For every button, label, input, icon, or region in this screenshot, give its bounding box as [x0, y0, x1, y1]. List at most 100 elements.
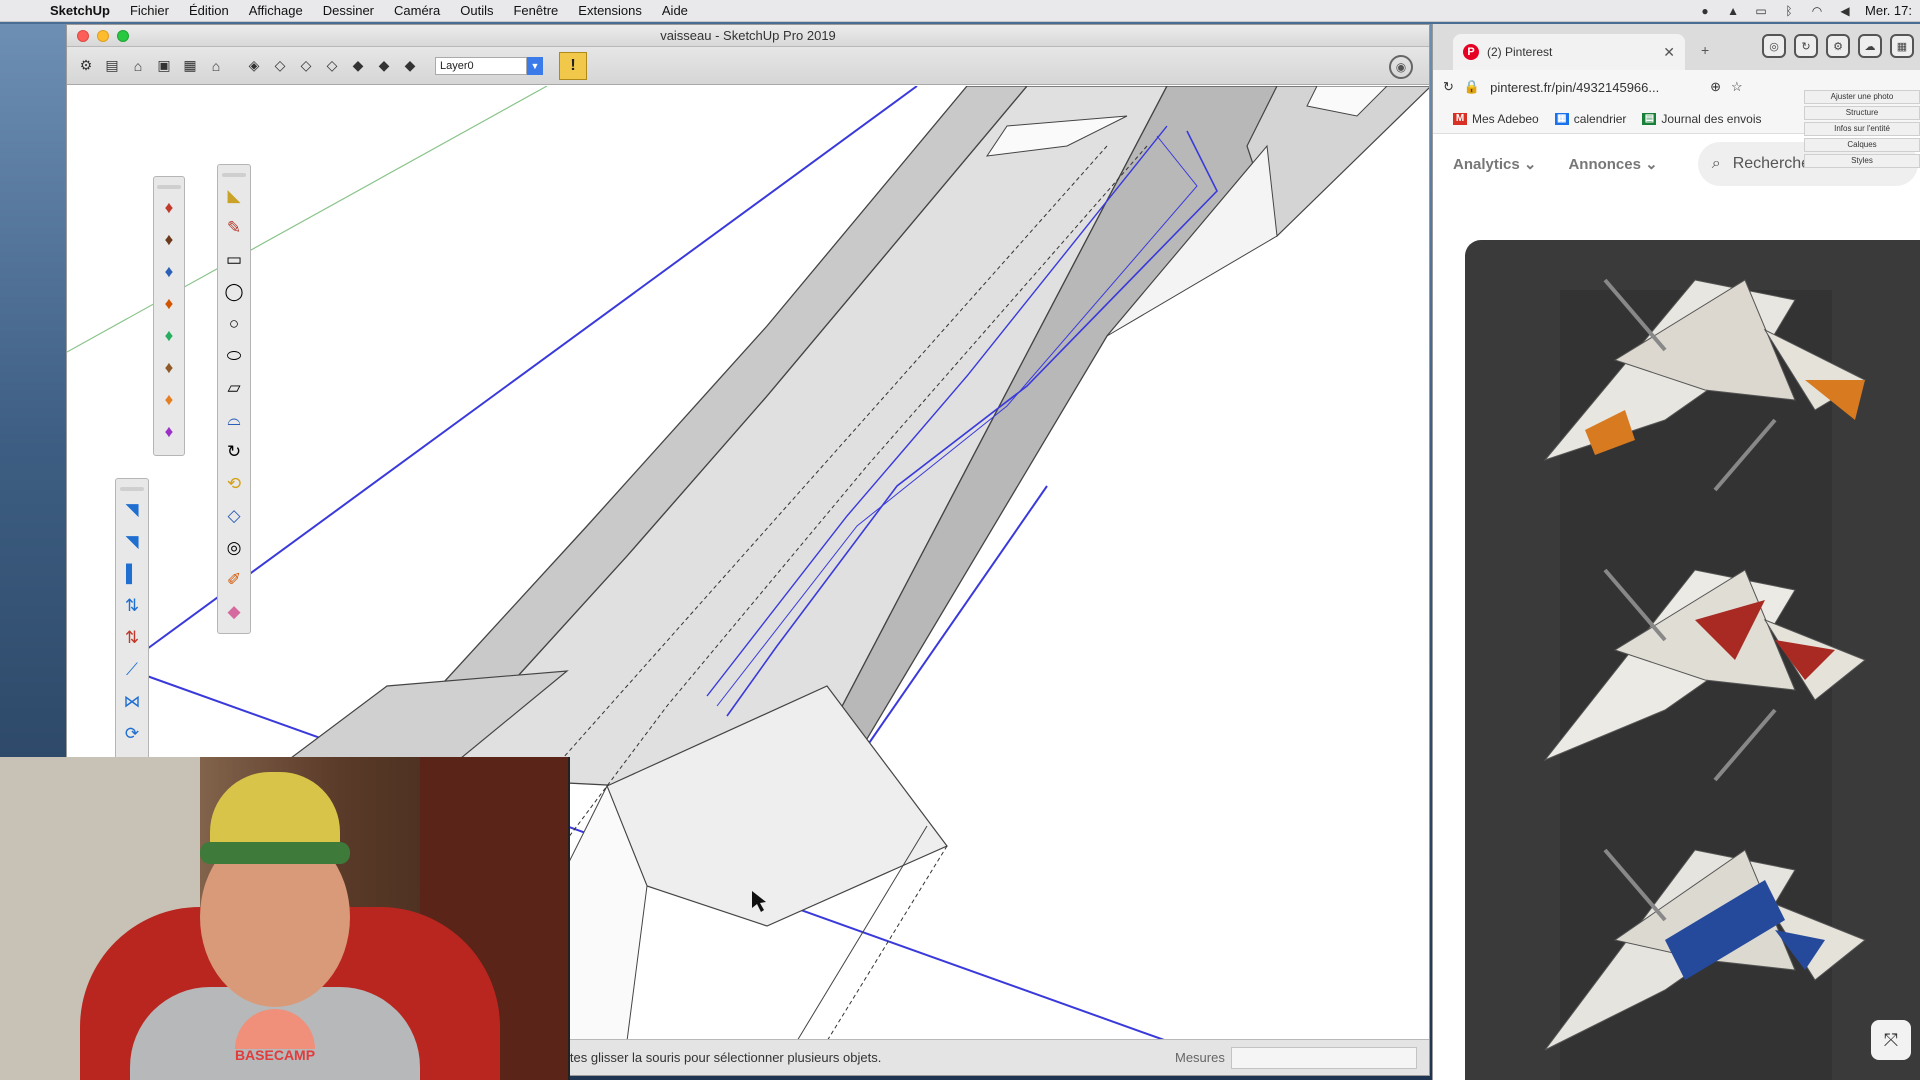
house-outline-icon[interactable]: ⌂ — [205, 55, 227, 77]
monochrome-style-icon[interactable]: ◆ — [373, 55, 395, 77]
pinterest-pin-image[interactable]: ⤧ — [1465, 240, 1920, 1080]
sandbox-from-contours-icon[interactable]: ♦ — [156, 195, 182, 221]
sketchup-titlebar: vaisseau - SketchUp Pro 2019 — [67, 25, 1429, 47]
menu-affichage[interactable]: Affichage — [239, 3, 313, 18]
protractor-icon[interactable]: ✐ — [221, 567, 247, 593]
palette-handle[interactable] — [157, 185, 181, 189]
bookmark-journal-envois[interactable]: ▤ Journal des envois — [1642, 112, 1761, 126]
bookmark-star-icon[interactable]: ☆ — [1731, 79, 1743, 95]
airplay-icon[interactable]: ▭ — [1753, 4, 1769, 18]
tray-item-structure[interactable]: Structure — [1804, 106, 1920, 120]
extension-gear-icon[interactable]: ⚙ — [1826, 34, 1850, 58]
select-tool-icon[interactable]: ◣ — [221, 183, 247, 209]
palette-handle[interactable] — [120, 487, 144, 491]
store-icon[interactable]: ▦ — [179, 55, 201, 77]
move-icon[interactable]: ⌓ — [221, 407, 247, 433]
polygon-icon[interactable]: ⬭ — [221, 343, 247, 369]
shaded-textures-icon[interactable]: ◆ — [399, 55, 421, 77]
tape-measure-icon[interactable]: ◎ — [221, 535, 247, 561]
nav-annonces[interactable]: Annonces ⌄ — [1568, 155, 1657, 173]
close-icon[interactable]: ✕ — [1663, 44, 1675, 61]
zoom-icon[interactable]: ▌ — [119, 561, 145, 587]
menu-dessiner[interactable]: Dessiner — [313, 3, 384, 18]
rotate-icon[interactable]: ↻ — [221, 439, 247, 465]
warning-icon[interactable]: ! — [559, 51, 587, 80]
calendar-icon: ▦ — [1554, 112, 1569, 125]
reload-icon[interactable]: ↻ — [1443, 79, 1454, 95]
hidden-line-style-icon[interactable]: ◇ — [295, 55, 317, 77]
tray-item-infos-entite[interactable]: Infos sur l'entité — [1804, 122, 1920, 136]
shirt-logo: BASECAMP — [210, 1009, 340, 1069]
extension-compass-icon[interactable]: ◎ — [1762, 34, 1786, 58]
bookmark-mes-adebeo[interactable]: M Mes Adebeo — [1453, 112, 1539, 126]
menu-outils[interactable]: Outils — [450, 3, 503, 18]
extension-cloud-icon[interactable]: ☁ — [1858, 34, 1882, 58]
walk-icon[interactable]: ⋈ — [119, 689, 145, 715]
wireframe-style-icon[interactable]: ◇ — [269, 55, 291, 77]
menu-camera[interactable]: Caméra — [384, 3, 450, 18]
new-tab-icon[interactable]: + — [1701, 42, 1709, 58]
layers-icon[interactable]: ▤ — [101, 55, 123, 77]
tray-item-calques[interactable]: Calques — [1804, 138, 1920, 152]
sandbox-from-scratch-icon[interactable]: ♦ — [156, 227, 182, 253]
follow-me-icon[interactable]: ⟲ — [221, 471, 247, 497]
nav-analytics[interactable]: Analytics ⌄ — [1453, 155, 1536, 173]
textured-style-icon[interactable]: ◆ — [347, 55, 369, 77]
circle-icon[interactable]: ○ — [221, 311, 247, 337]
model-info-icon[interactable]: ⚙ — [75, 55, 97, 77]
smoove-icon[interactable]: ♦ — [156, 259, 182, 285]
zoom-extents-icon[interactable]: ⇅ — [119, 625, 145, 651]
browser-tab-pinterest[interactable]: P (2) Pinterest ✕ — [1453, 34, 1685, 70]
menu-fichier[interactable]: Fichier — [120, 3, 179, 18]
flip-edge-icon[interactable]: ♦ — [156, 387, 182, 413]
menubar-clock[interactable]: Mer. 17: — [1865, 3, 1912, 18]
rectangle-icon[interactable]: ▭ — [221, 247, 247, 273]
menu-fenetre[interactable]: Fenêtre — [503, 3, 568, 18]
webcam-overlay: BASECAMP — [0, 757, 570, 1080]
sheet-icon: ▤ — [1642, 112, 1657, 125]
shaded-style-icon[interactable]: ◇ — [321, 55, 343, 77]
url-input[interactable]: pinterest.fr/pin/4932145966... — [1490, 80, 1700, 95]
zoom-window-button[interactable] — [117, 30, 129, 42]
stamp-icon[interactable]: ♦ — [156, 291, 182, 317]
look-around-icon[interactable]: ⟳ — [119, 721, 145, 747]
menu-edition[interactable]: Édition — [179, 3, 239, 18]
sandbox-extra-icon[interactable]: ♦ — [156, 419, 182, 445]
zoom-window-icon[interactable]: ⇅ — [119, 593, 145, 619]
menu-app-sketchup[interactable]: SketchUp — [40, 3, 120, 18]
palette-handle[interactable] — [222, 173, 246, 177]
pencil-line-icon[interactable]: ✎ — [221, 215, 247, 241]
warehouse-icon[interactable]: ▣ — [153, 55, 175, 77]
site-info-icon[interactable]: ⊕ — [1710, 79, 1721, 95]
zoom-lens-icon[interactable]: ⤧ — [1871, 1020, 1911, 1060]
push-pull-icon[interactable]: ▱ — [221, 375, 247, 401]
extension-grid-icon[interactable]: ▦ — [1890, 34, 1914, 58]
eraser-icon[interactable]: ◆ — [221, 599, 247, 625]
offset-icon[interactable]: ◇ — [221, 503, 247, 529]
tray-item-styles[interactable]: Styles — [1804, 154, 1920, 168]
volume-icon[interactable]: ◀ — [1837, 4, 1853, 18]
creative-cloud-icon[interactable]: ● — [1697, 4, 1713, 18]
tray-item-ajuster-photo[interactable]: Ajuster une photo — [1804, 90, 1920, 104]
add-detail-icon[interactable]: ♦ — [156, 355, 182, 381]
bookmark-calendrier[interactable]: ▦ calendrier — [1554, 112, 1626, 126]
minimize-window-button[interactable] — [97, 30, 109, 42]
wifi-icon[interactable]: ◠ — [1809, 4, 1825, 18]
rotated-rectangle-icon[interactable]: ◯ — [221, 279, 247, 305]
orbit-icon[interactable]: ◥ — [119, 497, 145, 523]
menu-aide[interactable]: Aide — [652, 3, 698, 18]
home-icon[interactable]: ⌂ — [127, 55, 149, 77]
extension-icon[interactable]: ▲ — [1725, 4, 1741, 18]
presenter-cap-visor — [200, 842, 350, 864]
bluetooth-icon[interactable]: ᛒ — [1781, 4, 1797, 18]
extension-refresh-icon[interactable]: ↻ — [1794, 34, 1818, 58]
close-window-button[interactable] — [77, 30, 89, 42]
user-account-icon[interactable]: ◉ — [1389, 55, 1413, 79]
pan-icon[interactable]: ◥ — [119, 529, 145, 555]
menu-extensions[interactable]: Extensions — [568, 3, 652, 18]
position-camera-icon[interactable]: ⟋ — [119, 657, 145, 683]
drape-icon[interactable]: ♦ — [156, 323, 182, 349]
xray-style-icon[interactable]: ◈ — [243, 55, 265, 77]
measurements-input[interactable] — [1231, 1046, 1417, 1069]
layer-dropdown[interactable]: Layer0 ▼ — [435, 56, 543, 76]
